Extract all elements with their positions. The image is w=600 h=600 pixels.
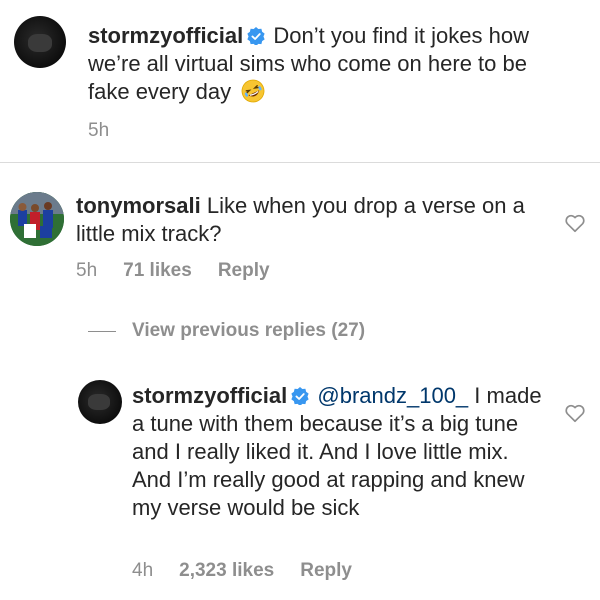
timestamp: 5h [76,260,98,281]
username[interactable]: stormzyofficial [88,23,243,48]
avatar[interactable] [14,16,66,68]
rolling-on-floor-laughing-emoji-icon [241,79,265,103]
reply-button[interactable]: Reply [218,260,270,282]
like-heart-icon[interactable] [564,402,586,424]
comment-body: stormzyofficial Don’t you find it jokes … [88,22,558,106]
divider [0,162,600,163]
view-previous-replies-button[interactable]: View previous replies (27) [88,320,365,342]
avatar[interactable] [78,380,122,424]
username[interactable]: tonymorsali [76,193,201,218]
comment-meta: 4h 2,323 likes Reply [132,560,352,582]
comment-body: tonymorsali Like when you drop a verse o… [76,192,546,248]
comment-body: stormzyofficial @brandz_100_ I made a tu… [132,382,542,522]
timestamp: 5h [88,120,110,141]
likes-count[interactable]: 71 likes [123,260,192,282]
verified-badge-icon [291,387,309,405]
likes-count[interactable]: 2,323 likes [179,560,274,582]
view-previous-replies-label: View previous replies (27) [132,320,366,341]
team-photo-icon [10,192,64,246]
divider-line [88,330,116,332]
avatar[interactable] [10,192,64,246]
like-heart-icon[interactable] [564,212,586,234]
comment-meta: 5h 71 likes Reply [76,260,270,282]
verified-badge-icon [247,27,265,45]
timestamp: 4h [132,560,154,581]
reply-button[interactable]: Reply [300,560,352,582]
comment-meta: 5h [88,120,109,142]
mention-link[interactable]: @brandz_100_ [317,383,468,408]
username[interactable]: stormzyofficial [132,383,287,408]
